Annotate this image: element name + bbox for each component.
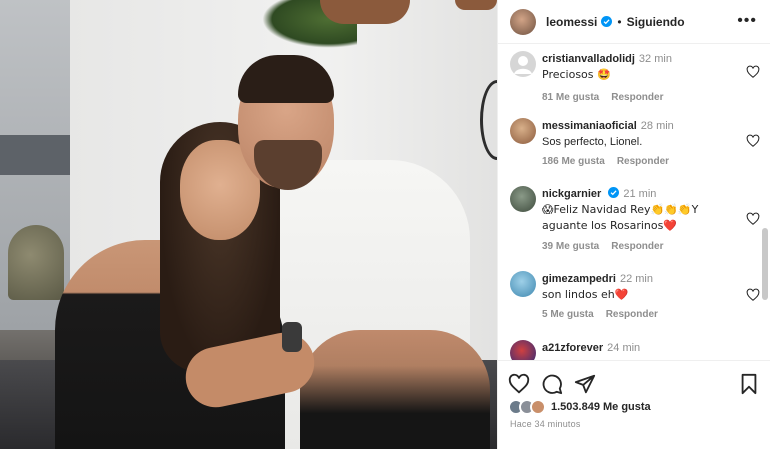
post-photo[interactable]	[0, 0, 497, 449]
reply-button[interactable]: Responder	[611, 241, 663, 252]
comment-text: gimezampedri 22 min son lindos eh❤️	[542, 271, 732, 303]
commenter-username[interactable]: cristianvalladolidj	[542, 53, 635, 65]
comment-body: Preciosos 🤩	[542, 68, 611, 81]
comment-body: son lindos eh❤️	[542, 288, 629, 301]
author-username[interactable]: leomessi	[546, 15, 597, 29]
comment-text: cristianvalladolidj 32 min Preciosos 🤩	[542, 51, 732, 83]
like-comment-heart-icon[interactable]	[746, 134, 760, 148]
photo-man-legs	[300, 330, 490, 449]
like-comment-heart-icon[interactable]	[746, 288, 760, 302]
post-header: leomessi • Siguiendo •••	[498, 0, 770, 44]
comment-text: messimaniaoficial 28 min Sos perfecto, Li…	[542, 118, 732, 150]
comment-meta: 39 Me gusta Responder	[542, 241, 663, 252]
commenter-username[interactable]: messimaniaoficial	[542, 120, 637, 132]
comment-time: 32 min	[638, 53, 672, 65]
bookmark-icon[interactable]	[738, 373, 760, 395]
photo-bg-pot	[455, 0, 497, 10]
header-separator: •	[617, 14, 622, 29]
comment-time: 22 min	[619, 273, 653, 285]
post-side-panel: leomessi • Siguiendo ••• cristianvallado…	[497, 0, 770, 449]
photo-bg-frame	[0, 135, 70, 175]
comment-time: 24 min	[607, 342, 641, 354]
commenter-avatar[interactable]	[510, 271, 536, 297]
like-comment-heart-icon[interactable]	[746, 212, 760, 226]
photo-bg-plant	[8, 225, 64, 300]
comment-text: a21zforever 24 min	[542, 340, 732, 356]
share-icon[interactable]	[574, 373, 596, 395]
reply-button[interactable]: Responder	[611, 92, 663, 103]
comment-likes[interactable]: 39 Me gusta	[542, 241, 599, 252]
more-icon[interactable]: •••	[737, 13, 757, 29]
default-avatar-icon	[514, 56, 532, 74]
comment-time: 28 min	[640, 120, 674, 132]
reply-button[interactable]: Responder	[606, 309, 658, 320]
commenter-username[interactable]: a21zforever	[542, 342, 603, 354]
commenter-username[interactable]: gimezampedri	[542, 273, 616, 285]
commenter-username[interactable]: nickgarnier	[542, 188, 601, 200]
comment-body: Sos perfecto, Lionel.	[542, 136, 643, 148]
post-timestamp: Hace 34 minutos	[510, 419, 581, 429]
comment-time: 21 min	[623, 188, 657, 200]
comment-likes[interactable]: 186 Me gusta	[542, 156, 605, 167]
photo-watch	[282, 322, 302, 352]
comment-meta: 186 Me gusta Responder	[542, 156, 669, 167]
comment-likes[interactable]: 5 Me gusta	[542, 309, 594, 320]
commenter-avatar[interactable]	[510, 186, 536, 212]
likes-count[interactable]: 1.503.849 Me gusta	[551, 401, 651, 413]
commenter-avatar[interactable]	[510, 118, 536, 144]
comment-likes[interactable]: 81 Me gusta	[542, 92, 599, 103]
author-avatar[interactable]	[510, 8, 536, 35]
comment-meta: 5 Me gusta Responder	[542, 309, 658, 320]
liker-avatar	[530, 399, 546, 415]
like-comment-heart-icon[interactable]	[746, 65, 760, 79]
likes-summary[interactable]: 1.503.849 Me gusta	[508, 398, 651, 416]
commenter-avatar[interactable]	[510, 340, 536, 360]
verified-icon	[601, 16, 613, 27]
comment-body: 😱Feliz Navidad Rey👏👏👏Y aguante los Rosar…	[542, 203, 699, 232]
photo-bg-pot	[320, 0, 410, 24]
reply-button[interactable]: Responder	[617, 156, 669, 167]
heart-icon[interactable]	[508, 373, 530, 395]
commenter-avatar[interactable]	[510, 51, 536, 77]
comments-scrollbar[interactable]	[762, 228, 768, 300]
comment-meta: 81 Me gusta Responder	[542, 92, 663, 103]
verified-icon	[608, 187, 620, 198]
comment-icon[interactable]	[541, 373, 563, 395]
comment-text: nickgarnier 21 min 😱Feliz Navidad Rey👏👏👏…	[542, 186, 732, 234]
comments-list[interactable]: cristianvalladolidj 32 min Preciosos 🤩 81…	[498, 45, 770, 360]
following-button[interactable]: Siguiendo	[627, 15, 685, 29]
